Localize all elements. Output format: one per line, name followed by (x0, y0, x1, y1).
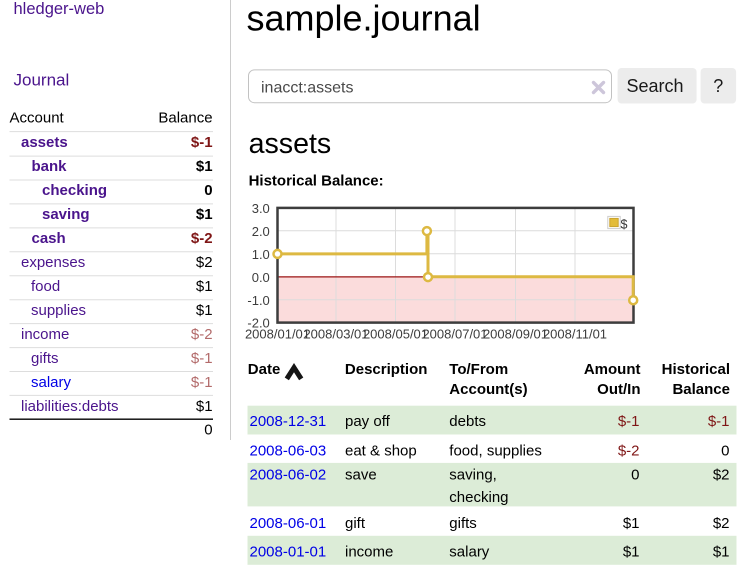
svg-text:2008-12-31: 2008-12-31 (250, 413, 327, 430)
svg-text:2008-06-02: 2008-06-02 (250, 467, 327, 484)
svg-text:Out/In: Out/In (597, 381, 640, 398)
svg-text:$2: $2 (713, 515, 730, 532)
svg-text:Historical: Historical (662, 361, 730, 378)
svg-text:eat & shop: eat & shop (345, 442, 417, 459)
svg-text:0.0: 0.0 (252, 270, 270, 285)
svg-text:save: save (345, 467, 377, 484)
svg-text:assets: assets (249, 128, 332, 160)
svg-text:sample.journal: sample.journal (247, 0, 481, 38)
svg-text:Historical Balance:: Historical Balance: (249, 172, 384, 189)
svg-text:expenses: expenses (21, 254, 85, 271)
svg-text:cash: cash (32, 230, 66, 247)
svg-text:food: food (31, 278, 60, 295)
svg-text:0: 0 (204, 182, 212, 199)
svg-text:gift: gift (345, 515, 366, 532)
svg-text:salary: salary (449, 544, 490, 561)
svg-text:income: income (345, 544, 393, 561)
svg-text:2008/09/01: 2008/09/01 (483, 327, 548, 342)
svg-text:inacct:assets: inacct:assets (261, 80, 353, 97)
svg-text:$-2: $-2 (191, 230, 213, 247)
svg-text:2008-01-01: 2008-01-01 (250, 544, 327, 561)
svg-text:food, supplies: food, supplies (449, 442, 542, 459)
svg-text:2008/05/01: 2008/05/01 (363, 327, 428, 342)
svg-text:pay off: pay off (345, 413, 391, 430)
svg-text:Search: Search (626, 76, 683, 96)
svg-text:0: 0 (721, 442, 729, 459)
svg-text:$-1: $-1 (618, 413, 640, 430)
svg-text:Balance: Balance (672, 381, 730, 398)
svg-text:3.0: 3.0 (252, 201, 270, 216)
svg-text:liabilities:debts: liabilities:debts (21, 398, 119, 415)
svg-text:$1: $1 (196, 206, 213, 223)
svg-text:Balance: Balance (158, 109, 212, 126)
svg-text:hledger-web: hledger-web (14, 0, 105, 18)
svg-text:?: ? (713, 76, 723, 96)
svg-text:Account(s): Account(s) (449, 381, 527, 398)
svg-text:salary: salary (31, 374, 72, 391)
svg-text:Amount: Amount (584, 361, 641, 378)
svg-text:$2: $2 (196, 254, 213, 271)
svg-text:$-1: $-1 (191, 134, 213, 151)
svg-text:gifts: gifts (31, 350, 59, 367)
svg-text:$-1: $-1 (191, 374, 213, 391)
svg-text:$: $ (621, 217, 628, 231)
svg-text:assets: assets (21, 134, 68, 151)
svg-text:$1: $1 (196, 398, 213, 415)
svg-text:-1.0: -1.0 (247, 293, 269, 308)
svg-text:$-1: $-1 (708, 413, 730, 430)
svg-text:$1: $1 (196, 158, 213, 175)
svg-text:$1: $1 (196, 302, 213, 319)
svg-text:supplies: supplies (31, 302, 86, 319)
svg-text:2008/07/01: 2008/07/01 (422, 327, 487, 342)
svg-text:Journal: Journal (14, 71, 70, 90)
svg-text:saving: saving (42, 206, 90, 223)
svg-text:income: income (21, 326, 69, 343)
svg-text:gifts: gifts (449, 515, 477, 532)
svg-text:saving,: saving, (449, 467, 497, 484)
svg-text:$-2: $-2 (618, 442, 640, 459)
svg-text:2008/03/01: 2008/03/01 (303, 327, 368, 342)
svg-text:$1: $1 (196, 278, 213, 295)
svg-text:1.0: 1.0 (252, 247, 270, 262)
svg-text:debts: debts (449, 413, 486, 430)
svg-text:checking: checking (42, 182, 107, 199)
svg-text:Account: Account (10, 109, 65, 126)
svg-text:0: 0 (631, 467, 639, 484)
svg-text:2008/11/01: 2008/11/01 (543, 327, 607, 342)
svg-text:2008/01/01: 2008/01/01 (245, 327, 310, 342)
svg-text:$1: $1 (623, 544, 640, 561)
svg-text:$2: $2 (713, 467, 730, 484)
svg-text:$1: $1 (713, 544, 730, 561)
svg-text:2008-06-01: 2008-06-01 (250, 515, 327, 532)
svg-text:2.0: 2.0 (252, 224, 270, 239)
svg-text:Description: Description (345, 361, 428, 378)
svg-text:To/From: To/From (449, 361, 508, 378)
svg-text:0: 0 (204, 422, 212, 439)
svg-text:$-2: $-2 (191, 326, 213, 343)
svg-text:Date: Date (248, 361, 281, 378)
svg-text:$-1: $-1 (191, 350, 213, 367)
svg-text:2008-06-03: 2008-06-03 (250, 442, 327, 459)
svg-text:$1: $1 (623, 515, 640, 532)
svg-text:checking: checking (449, 489, 508, 506)
svg-text:bank: bank (32, 158, 68, 175)
